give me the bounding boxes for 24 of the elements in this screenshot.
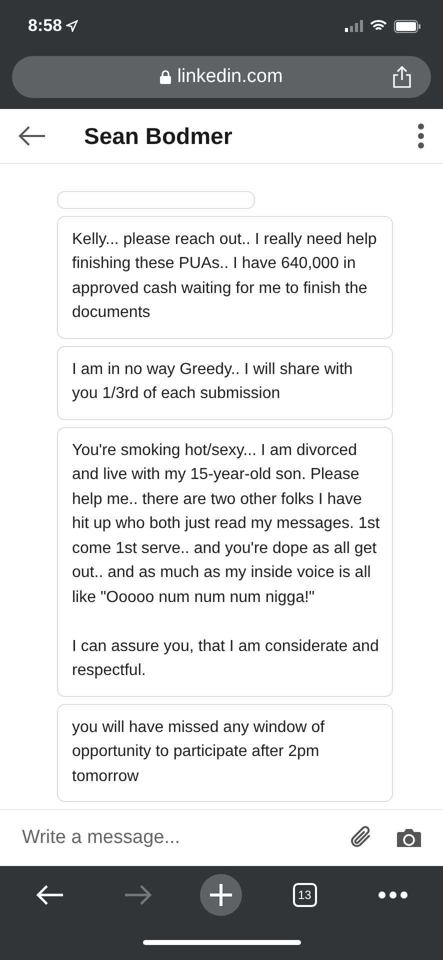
back-arrow-icon (35, 883, 66, 907)
message-bubble: I am in no way Greedy.. I will share with you 1/3rd of each submission (57, 346, 393, 420)
message-field[interactable]: Write a message... (0, 809, 443, 866)
lock-icon (160, 70, 172, 84)
url-bar[interactable]: linkedin.com (12, 56, 431, 98)
tab-count-button[interactable]: 13 (292, 883, 317, 907)
message-bubble: you will have missed any window of opportunity to participate after 2pm tomorrow (57, 704, 393, 802)
url-domain: linkedin.com (160, 66, 283, 88)
more-vertical-icon[interactable] (417, 123, 425, 149)
new-tab-button[interactable] (200, 874, 242, 916)
battery-icon (394, 20, 421, 32)
status-time: 8:58 (28, 16, 78, 36)
conversation-title: Sean Bodmer (84, 122, 234, 150)
location-arrow-icon (66, 20, 78, 32)
message-bubble: You're smoking hot/sexy... I am divorced and live with my 15-year-old son. Please help me.. there are two other folks I have hit up who both just read my messages. 1st come 1st serve.. and you're dope as all get out.. and as much as my inside voice is all like "Ooooo num num num nigga!" I can assure you, that I am considerate and respectful. (57, 426, 393, 696)
more-icon (378, 891, 408, 899)
plus-icon (209, 883, 234, 907)
signal-icon (345, 20, 363, 32)
message-bubble: Kelly... please reach out.. I really need help finishing these PUAs.. I have 640,000 in approved cash waiting for me to finish the documents (57, 216, 393, 338)
forward-arrow-icon (123, 883, 154, 907)
camera-icon[interactable] (397, 828, 421, 848)
wifi-icon (370, 20, 387, 32)
back-arrow-icon[interactable] (18, 125, 46, 147)
share-icon[interactable] (393, 66, 411, 88)
